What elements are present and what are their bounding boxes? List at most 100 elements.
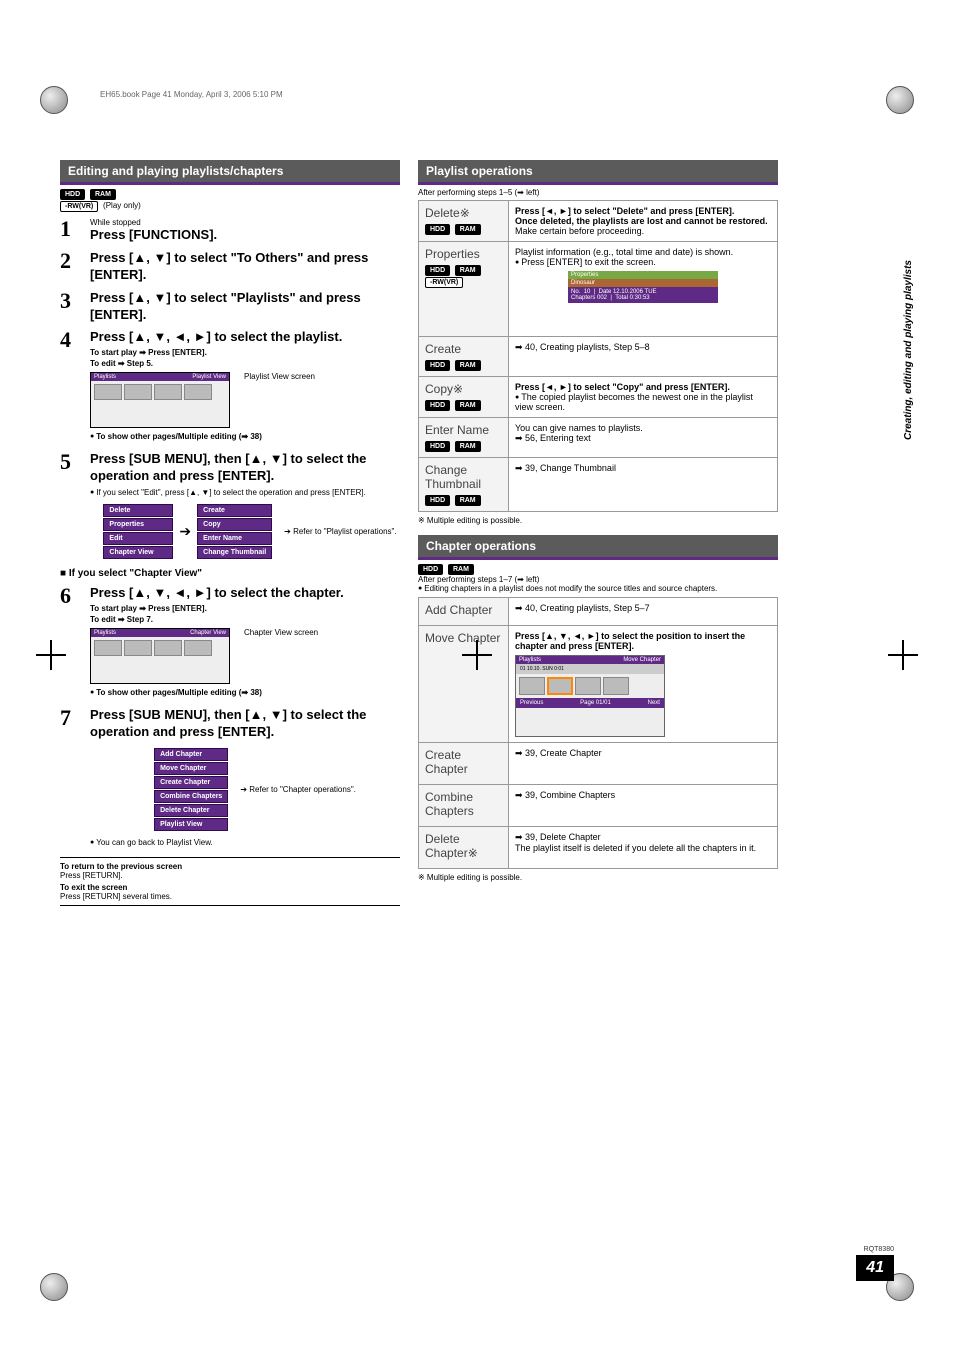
book-trace: EH65.book Page 41 Monday, April 3, 2006 …: [100, 90, 283, 99]
menu-properties: Properties: [103, 518, 173, 531]
menu-combine-chapters: Combine Chapters: [154, 790, 228, 803]
op-entername-l2: ➡ 56, Entering text: [515, 433, 771, 444]
step4-sub1: To start play ➡ Press [ENTER].: [90, 348, 400, 357]
badge-hdd: HDD: [60, 189, 85, 200]
page-number: 41: [856, 1255, 894, 1281]
menu-delete-chapter: Delete Chapter: [154, 804, 228, 817]
menu-move-chapter: Move Chapter: [154, 762, 228, 775]
step5-main: Press [SUB MENU], then [▲, ▼] to select …: [90, 451, 400, 485]
step-num-5: 5: [60, 451, 80, 497]
chapter-ops-note: Editing chapters in a playlist does not …: [418, 584, 778, 593]
arrow-icon: ➔: [179, 523, 191, 540]
chop-add-name: Add Chapter: [425, 603, 502, 617]
op-delete-name: Delete※: [425, 206, 502, 220]
op-create-name: Create: [425, 342, 502, 356]
menu-playlist-view: Playlist View: [154, 818, 228, 831]
menu2-ref: ➔ Refer to "Chapter operations".: [240, 785, 356, 794]
chop-move-l1: Press [▲, ▼, ◄, ►] to select the positio…: [515, 631, 745, 651]
step7-main: Press [SUB MENU], then [▲, ▼] to select …: [90, 707, 400, 741]
crop-mark-circle: [886, 86, 914, 114]
step1-lead: While stopped: [90, 218, 400, 227]
after-steps-17: After performing steps 1–7 (➡ left): [418, 575, 778, 584]
badge-ram: RAM: [90, 189, 116, 200]
crop-mark-cross: [36, 640, 66, 670]
move-chapter-screen: PlaylistsMove Chapter 01 10.10. SUN 0:01…: [515, 655, 665, 737]
badge-hdd: HDD: [418, 564, 443, 575]
step4-main: Press [▲, ▼, ◄, ►] to select the playlis…: [90, 329, 400, 346]
menu-create-chapter: Create Chapter: [154, 776, 228, 789]
menu-create: Create: [197, 504, 272, 517]
goback-note: You can go back to Playlist View.: [90, 838, 400, 847]
menu1-ref: ➔ Refer to "Playlist operations".: [284, 527, 396, 536]
chop-delete-l1: ➡ 39, Delete Chapter: [515, 832, 771, 843]
menu-chapter-view: Chapter View: [103, 546, 173, 559]
playlist-view-caption: Playlist View screen: [244, 372, 315, 381]
step3-main: Press [▲, ▼] to select "Playlists" and p…: [90, 290, 400, 324]
chop-create-l1: ➡ 39, Create Chapter: [509, 743, 778, 785]
step4-note: To show other pages/Multiple editing (➡ …: [90, 432, 400, 441]
return-prev-title: To return to the previous screen: [60, 862, 182, 871]
step-num-1: 1: [60, 218, 80, 244]
submenu-right: Create Copy Enter Name Change Thumbnail: [197, 503, 272, 560]
badge-ram: RAM: [448, 564, 474, 575]
crop-mark-cross: [888, 640, 918, 670]
playlist-view-mini-screen: PlaylistsPlaylist View: [90, 372, 230, 428]
step-num-3: 3: [60, 290, 80, 324]
chop-delete-name: Delete Chapter※: [425, 832, 502, 860]
op-prop-l1: Playlist information (e.g., total time a…: [515, 247, 771, 257]
menu-change-thumb: Change Thumbnail: [197, 546, 272, 559]
step1-main: Press [FUNCTIONS].: [90, 227, 400, 244]
badge-rwvr: -RW(VR): [60, 201, 98, 212]
op-changethumb-name: Change Thumbnail: [425, 463, 502, 491]
menu-delete: Delete: [103, 504, 173, 517]
op-copy-l1: Press [◄, ►] to select "Copy" and press …: [515, 382, 730, 392]
exit-screen-body: Press [RETURN] several times.: [60, 892, 400, 901]
submenu-left: Delete Properties Edit Chapter View: [103, 503, 173, 560]
doc-code: RQT8380: [856, 1246, 894, 1253]
section-chapter-ops: Chapter operations: [418, 535, 778, 560]
side-section-label: Creating, editing and playing playlists: [903, 260, 914, 440]
step6-note: To show other pages/Multiple editing (➡ …: [90, 688, 400, 697]
op-entername-l1: You can give names to playlists.: [515, 423, 771, 433]
menu-enter-name: Enter Name: [197, 532, 272, 545]
step6-sub1: To start play ➡ Press [ENTER].: [90, 604, 400, 613]
properties-screen: Properties Dinosaur No. 10 | Date 12.10.…: [568, 271, 718, 331]
chop-add-l1: ➡ 40, Creating playlists, Step 5–7: [509, 598, 778, 626]
chapter-view-caption: Chapter View screen: [244, 628, 318, 637]
op-changethumb-l1: ➡ 39, Change Thumbnail: [509, 458, 778, 512]
crop-mark-cross: [462, 640, 492, 670]
menu-edit: Edit: [103, 532, 173, 545]
chapter-view-subsection: ■ If you select "Chapter View": [60, 568, 400, 579]
crop-mark-circle: [40, 1273, 68, 1301]
crop-mark-circle: [40, 86, 68, 114]
playlist-ops-table: Delete※ HDD RAM Press [◄, ►] to select "…: [418, 200, 778, 512]
chop-delete-l2: The playlist itself is deleted if you de…: [515, 843, 771, 853]
op-properties-name: Properties: [425, 247, 502, 261]
menu-add-chapter: Add Chapter: [154, 748, 228, 761]
section-playlist-ops: Playlist operations: [418, 160, 778, 185]
step-num-4: 4: [60, 329, 80, 445]
chapter-view-mini-screen: PlaylistsChapter View: [90, 628, 230, 684]
op-copy-name: Copy※: [425, 382, 502, 396]
step-num-2: 2: [60, 250, 80, 284]
step-num-7: 7: [60, 707, 80, 741]
step2-main: Press [▲, ▼] to select "To Others" and p…: [90, 250, 400, 284]
exit-screen-title: To exit the screen: [60, 883, 127, 892]
menu-copy: Copy: [197, 518, 272, 531]
step4-sub2: To edit ➡ Step 5.: [90, 359, 400, 368]
section-editing-playing: Editing and playing playlists/chapters: [60, 160, 400, 185]
step6-main: Press [▲, ▼, ◄, ►] to select the chapter…: [90, 585, 400, 602]
chapter-ops-footnote: ※ Multiple editing is possible.: [418, 873, 778, 882]
chop-create-name: Create Chapter: [425, 748, 502, 776]
op-prop-l2: Press [ENTER] to exit the screen.: [515, 257, 771, 267]
op-delete-l2: Once deleted, the playlists are lost and…: [515, 216, 768, 226]
return-prev-body: Press [RETURN].: [60, 871, 400, 880]
chop-combine-l1: ➡ 39, Combine Chapters: [509, 785, 778, 827]
op-delete-l1: Press [◄, ►] to select "Delete" and pres…: [515, 206, 734, 216]
op-delete-l3: Make certain before proceeding.: [515, 226, 771, 236]
after-steps-15: After performing steps 1–5 (➡ left): [418, 188, 778, 197]
playlist-ops-footnote: ※ Multiple editing is possible.: [418, 516, 778, 525]
chop-combine-name: Combine Chapters: [425, 790, 502, 818]
step5-note: If you select "Edit", press [▲, ▼] to se…: [90, 488, 400, 497]
chapter-ops-table: Add Chapter ➡ 40, Creating playlists, St…: [418, 597, 778, 869]
